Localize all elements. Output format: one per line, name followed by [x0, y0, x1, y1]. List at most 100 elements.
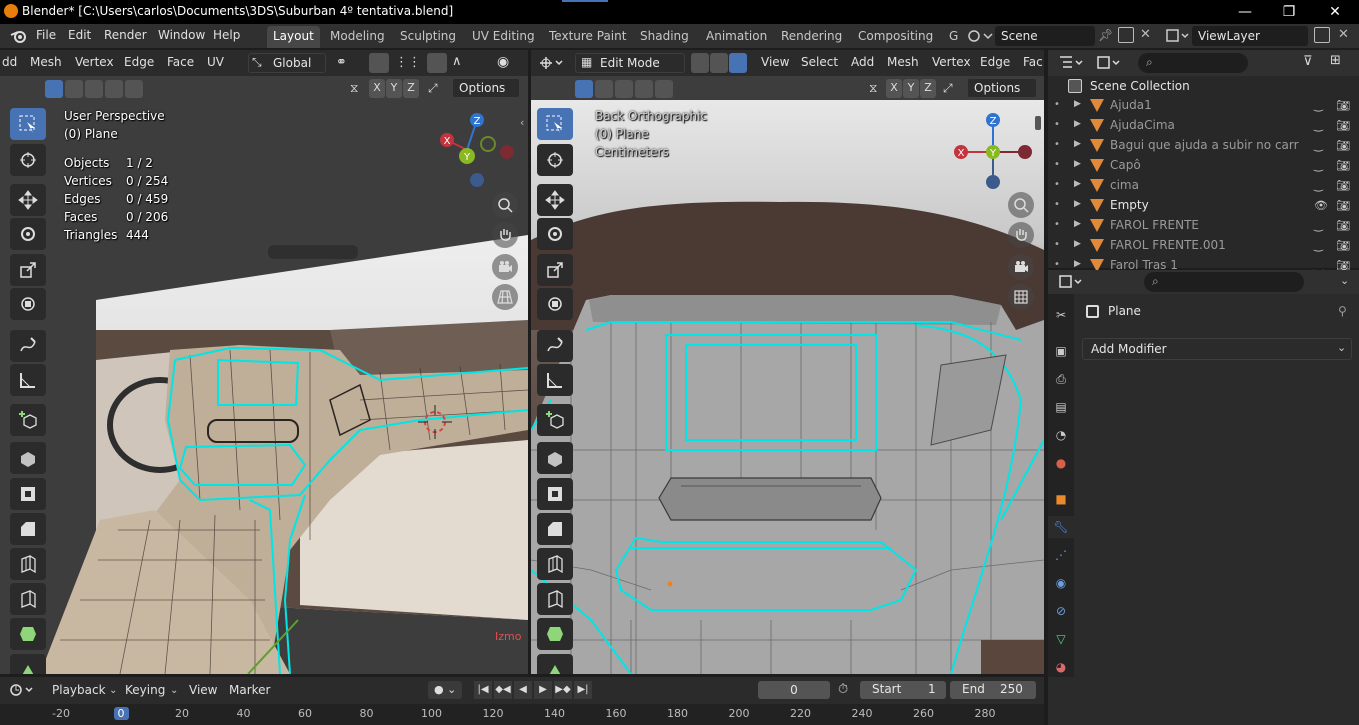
jump-start-icon[interactable]: |◀ [474, 681, 492, 699]
close-button[interactable]: ✕ [1325, 2, 1345, 22]
camera-icon[interactable] [492, 254, 518, 280]
right-viewport[interactable]: Edit Mode ▦ View Select Add Mesh Vertex … [531, 50, 1044, 674]
select-mode-invert-icon[interactable] [105, 80, 123, 98]
face-select-mode-icon[interactable] [729, 53, 747, 73]
visibility-icon[interactable]: ◉ [497, 54, 509, 70]
render-camera-icon[interactable]: 📷︎ [1336, 139, 1350, 152]
minimize-button[interactable]: — [1235, 2, 1255, 22]
tab-compositing[interactable]: Compositing [852, 26, 939, 48]
menu-select[interactable]: Select [801, 55, 838, 69]
world-properties-icon[interactable]: ● [1050, 452, 1072, 474]
loop-cut-tool-icon[interactable] [537, 548, 573, 580]
tab-shading[interactable]: Shading [634, 26, 695, 48]
sidebar-toggle-icon[interactable] [1035, 116, 1041, 130]
menu-vertex[interactable]: Vertex [932, 55, 971, 69]
measure-tool-icon[interactable] [10, 364, 46, 396]
add-modifier-dropdown[interactable]: Add Modifier ⌄ [1082, 338, 1352, 360]
menu-edge[interactable]: Edge [980, 55, 1010, 69]
scene-collection-label[interactable]: Scene Collection [1090, 79, 1190, 93]
select-mode-extend-icon[interactable] [595, 80, 613, 98]
mirror-z-toggle[interactable]: Z [403, 79, 419, 98]
physics-properties-icon[interactable]: ◉ [1050, 572, 1072, 594]
play-reverse-icon[interactable]: ◀ [514, 681, 532, 699]
menu-window[interactable]: Window [158, 28, 205, 42]
end-frame-field[interactable]: End 250 [950, 681, 1036, 699]
view-menu[interactable]: View [189, 683, 217, 697]
expand-arrow-icon[interactable]: ▶ [1074, 119, 1081, 129]
select-mode-new-icon[interactable] [45, 80, 63, 98]
outliner-item[interactable]: • ▶ cima ‿ 📷︎ [1048, 176, 1359, 196]
sidebar-toggle-icon[interactable]: ‹ [520, 116, 524, 129]
rotate-tool-icon[interactable] [537, 218, 573, 250]
visibility-eye-icon[interactable]: ‿ [1314, 179, 1323, 192]
visibility-eye-icon[interactable]: ‿ [1314, 219, 1323, 232]
prev-keyframe-icon[interactable]: ◆◀ [494, 681, 512, 699]
data-properties-icon[interactable]: ▽ [1050, 628, 1072, 650]
expand-arrow-icon[interactable]: ▶ [1074, 179, 1081, 189]
auto-merge-icon[interactable]: ⤢ [428, 81, 438, 96]
spin-tool-icon[interactable] [537, 654, 573, 674]
cursor-tool-icon[interactable] [10, 144, 46, 176]
delete-scene-icon[interactable]: ✕ [1140, 27, 1151, 42]
menu-render[interactable]: Render [104, 28, 147, 42]
outliner-item[interactable]: • ▶ Capô ‿ 📷︎ [1048, 156, 1359, 176]
outliner-item[interactable]: • ▶ Ajuda1 ‿ 📷︎ [1048, 96, 1359, 116]
extrude-tool-icon[interactable] [537, 442, 573, 474]
object-properties-icon[interactable]: ■ [1050, 488, 1072, 510]
view-layer-field[interactable]: ViewLayer [1192, 26, 1308, 46]
editor-type-icon[interactable] [537, 53, 567, 73]
poly-build-tool-icon[interactable] [10, 618, 46, 650]
visibility-eye-icon[interactable]: ‿ [1314, 159, 1323, 172]
pivot-point-icon[interactable]: ⚭ [336, 55, 347, 70]
move-tool-icon[interactable] [10, 184, 46, 216]
play-icon[interactable]: ▶ [534, 681, 552, 699]
add-cube-tool-icon[interactable] [10, 404, 46, 436]
outliner-item[interactable]: • ▶ AjudaCima ‿ 📷︎ [1048, 116, 1359, 136]
pin-icon[interactable]: 📌︎ [1098, 28, 1113, 42]
start-frame-field[interactable]: Start 1 [860, 681, 946, 699]
marker-menu[interactable]: Marker [229, 683, 270, 697]
tab-rendering[interactable]: Rendering [775, 26, 848, 48]
options-dropdown[interactable]: Options [452, 78, 520, 98]
options-dropdown[interactable]: Options [967, 78, 1037, 98]
properties-editor-type-icon[interactable] [1058, 273, 1088, 291]
display-mode-icon[interactable] [1096, 54, 1126, 72]
scene-selector-icon[interactable] [964, 26, 994, 46]
delete-view-layer-icon[interactable]: ✕ [1338, 27, 1349, 42]
annotate-tool-icon[interactable] [537, 330, 573, 362]
select-mode-intersect-icon[interactable] [125, 80, 143, 98]
menu-edge[interactable]: Edge [124, 55, 154, 69]
view-layer-icon[interactable] [1165, 27, 1191, 45]
scale-tool-icon[interactable] [537, 254, 573, 286]
tab-texture-paint[interactable]: Texture Paint [543, 26, 632, 48]
menu-face[interactable]: Fac [1023, 55, 1043, 69]
camera-icon[interactable] [1008, 254, 1034, 280]
menu-vertex[interactable]: Vertex [75, 55, 114, 69]
render-camera-icon[interactable]: 📷︎ [1336, 179, 1350, 192]
tab-uv-editing[interactable]: UV Editing [466, 26, 541, 48]
tab-geometry[interactable]: G [943, 26, 964, 48]
cursor-tool-icon[interactable] [537, 144, 573, 176]
modifier-properties-icon[interactable]: 🔧︎ [1048, 516, 1074, 538]
snap-toggle-icon[interactable] [369, 53, 389, 73]
timeline-scrubber[interactable] [0, 704, 1044, 725]
tab-animation[interactable]: Animation [700, 26, 773, 48]
blender-menu-icon[interactable] [10, 29, 28, 43]
rotate-tool-icon[interactable] [10, 218, 46, 250]
menu-edit[interactable]: Edit [68, 28, 91, 42]
edge-select-mode-icon[interactable] [710, 53, 728, 73]
pan-hand-icon[interactable] [1008, 222, 1034, 248]
timeline-editor-type-icon[interactable] [8, 680, 38, 700]
tab-layout[interactable]: Layout [267, 26, 320, 48]
outliner-item[interactable]: • ▶ Empty 👁︎ 📷︎ [1048, 196, 1359, 216]
tab-modeling[interactable]: Modeling [324, 26, 391, 48]
menu-file[interactable]: File [36, 28, 56, 42]
proportional-edit-icon[interactable] [427, 53, 447, 73]
annotate-tool-icon[interactable] [10, 330, 46, 362]
visibility-eye-icon[interactable]: ‿ [1314, 119, 1323, 132]
perspective-toggle-icon[interactable] [492, 284, 518, 310]
select-mode-intersect-icon[interactable] [655, 80, 673, 98]
pan-hand-icon[interactable] [492, 222, 518, 248]
zoom-icon[interactable] [492, 192, 518, 218]
material-properties-icon[interactable]: ◕ [1050, 656, 1072, 678]
